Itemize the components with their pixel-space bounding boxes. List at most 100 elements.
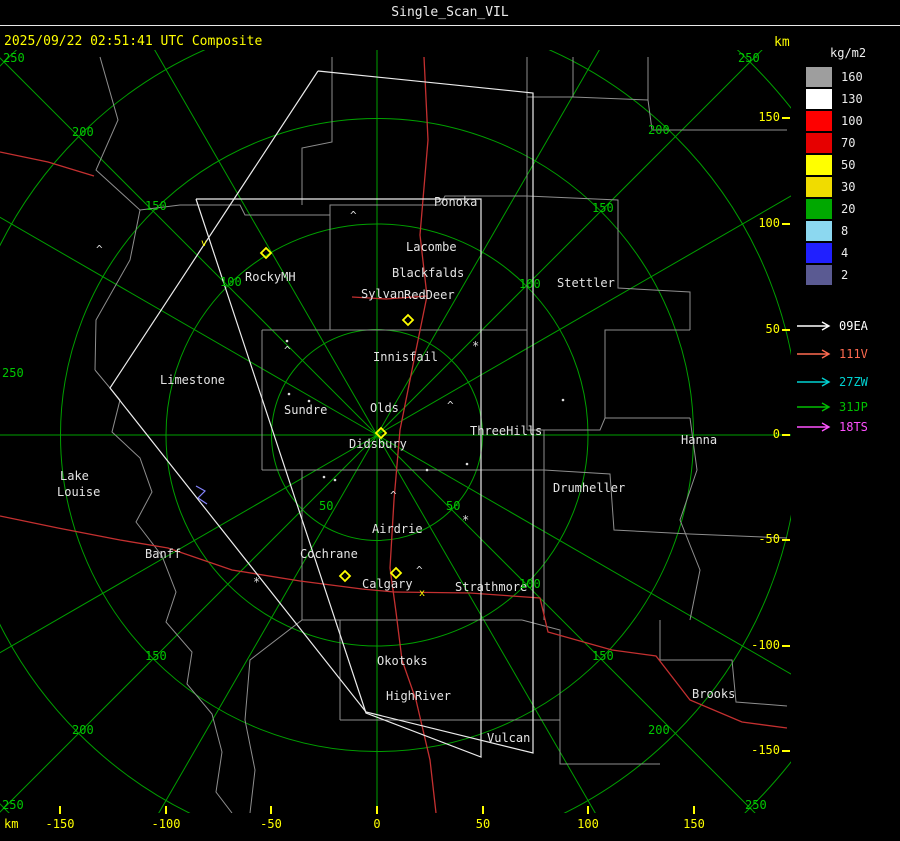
range-label: 250 [738, 51, 760, 65]
county-boundary [94, 56, 141, 371]
city-label: HighRiver [386, 689, 452, 703]
radar-arrow-icon [797, 321, 831, 331]
spot-caret-marker: ^ [447, 399, 454, 412]
legend-unit-label: kg/m2 [830, 46, 867, 60]
city-label: Calgary [362, 577, 413, 591]
legend-swatch [806, 89, 832, 109]
range-label: 150 [145, 649, 167, 663]
legend-swatch [806, 243, 832, 263]
city-label: ThreeHills [470, 424, 543, 438]
station-diamond-icon [401, 313, 415, 327]
radar-map-canvas: ^ ^ ^ ^ ^ ^ * * * v x [0, 50, 791, 814]
radar-site-row: 31JP [796, 399, 868, 415]
spot-caret-marker: ^ [390, 489, 397, 502]
legend-row: 160 [806, 66, 863, 88]
spot-caret-marker: ^ [350, 209, 357, 222]
scan-timestamp: 2025/09/22 02:51:41 UTC Composite [4, 34, 263, 49]
bottom-axis-label: -150 [45, 817, 75, 831]
city-label: Lake [60, 469, 89, 483]
radar-id: 111V [839, 347, 868, 361]
radial-line [376, 50, 600, 436]
county-boundary [94, 369, 233, 813]
legend-value: 50 [841, 158, 856, 172]
river-line [195, 485, 208, 505]
map-graphics: ^ ^ ^ ^ ^ ^ * * * v x [0, 50, 791, 813]
legend-swatch [806, 111, 832, 131]
range-label: 150 [592, 649, 614, 663]
bottom-axis-label: -100 [151, 817, 181, 831]
spot-dot-marker [425, 468, 429, 472]
city-label: Louise [57, 485, 101, 499]
legend-swatch [806, 177, 832, 197]
range-label: 250 [745, 798, 767, 812]
city-label: Drumheller [553, 481, 626, 495]
radar-site-row: 111V [796, 346, 868, 362]
color-scale-legend: 160 130 100 70 50 30 20 8 4 2 [806, 66, 863, 286]
range-ring [0, 50, 791, 813]
range-label: 50 [446, 499, 461, 513]
right-axis-label: 100 [758, 216, 780, 230]
legend-value: 130 [841, 92, 863, 106]
range-label: 200 [72, 125, 94, 139]
range-label: 100 [519, 577, 541, 591]
legend-row: 30 [806, 176, 863, 198]
range-label: 150 [145, 199, 167, 213]
legend-row: 100 [806, 110, 863, 132]
radar-id: 31JP [839, 400, 868, 414]
county-boundary [543, 469, 691, 535]
county-boundary [527, 417, 690, 431]
legend-value: 160 [841, 70, 863, 84]
radar-arrow-icon [797, 349, 831, 359]
legend-row: 130 [806, 88, 863, 110]
city-label: Vulcan [487, 731, 531, 745]
city-label: Strathmore [455, 580, 528, 594]
yellow-spot-marker: x [419, 588, 425, 599]
city-label: Sylvan [361, 287, 405, 301]
radial-line [376, 434, 791, 675]
spot-dot-marker [333, 478, 337, 482]
spot-star-marker: * [472, 339, 479, 353]
city-label: Innisfail [373, 350, 439, 364]
city-label: Cochrane [300, 547, 358, 561]
radar-site-row: 27ZW [796, 374, 868, 390]
right-axis-label: 50 [765, 322, 780, 336]
legend-value: 2 [841, 268, 849, 282]
range-label: 250 [3, 51, 25, 65]
bottom-axis-label: -50 [260, 817, 282, 831]
radar-arrow-icon [797, 422, 831, 432]
spot-caret-marker: ^ [416, 564, 423, 577]
city-label: Olds [370, 401, 399, 415]
county-boundary [521, 619, 561, 720]
county-boundary [526, 195, 691, 330]
radial-line [376, 50, 763, 436]
vertical-axis-unit: km [774, 35, 790, 50]
legend-value: 100 [841, 114, 863, 128]
range-label: 250 [2, 366, 24, 380]
city-label: Stettler [557, 276, 615, 290]
legend-row: 20 [806, 198, 863, 220]
spot-caret-marker: ^ [284, 344, 291, 357]
legend-row: 70 [806, 132, 863, 154]
bottom-axis-label: 0 [373, 817, 381, 831]
radar-site-row: 09EA [796, 318, 868, 334]
radar-id: 18TS [839, 420, 868, 434]
spot-caret-marker: ^ [96, 243, 103, 256]
spot-dot-marker [561, 398, 565, 402]
right-axis-label: -150 [751, 743, 780, 757]
legend-row: 8 [806, 220, 863, 242]
legend-swatch [806, 199, 832, 219]
spot-dot-marker [465, 462, 469, 466]
city-label: Banff [145, 547, 182, 561]
city-label: Airdrie [372, 522, 423, 536]
city-label: Ponoka [434, 195, 478, 209]
legend-value: 8 [841, 224, 849, 238]
radar-display-window: Single_Scan_VIL ^ ^ ^ ^ ^ ^ * * * v x 2025/09/22 0… [0, 0, 900, 841]
city-label: Hanna [681, 433, 718, 447]
right-axis-label: 0 [772, 427, 780, 441]
city-label: Brooks [692, 687, 736, 701]
legend-swatch [806, 67, 832, 87]
bottom-axis-label: 150 [683, 817, 705, 831]
radar-arrow-icon [797, 402, 831, 412]
city-label: Limestone [160, 373, 226, 387]
spot-star-marker: * [253, 575, 260, 589]
